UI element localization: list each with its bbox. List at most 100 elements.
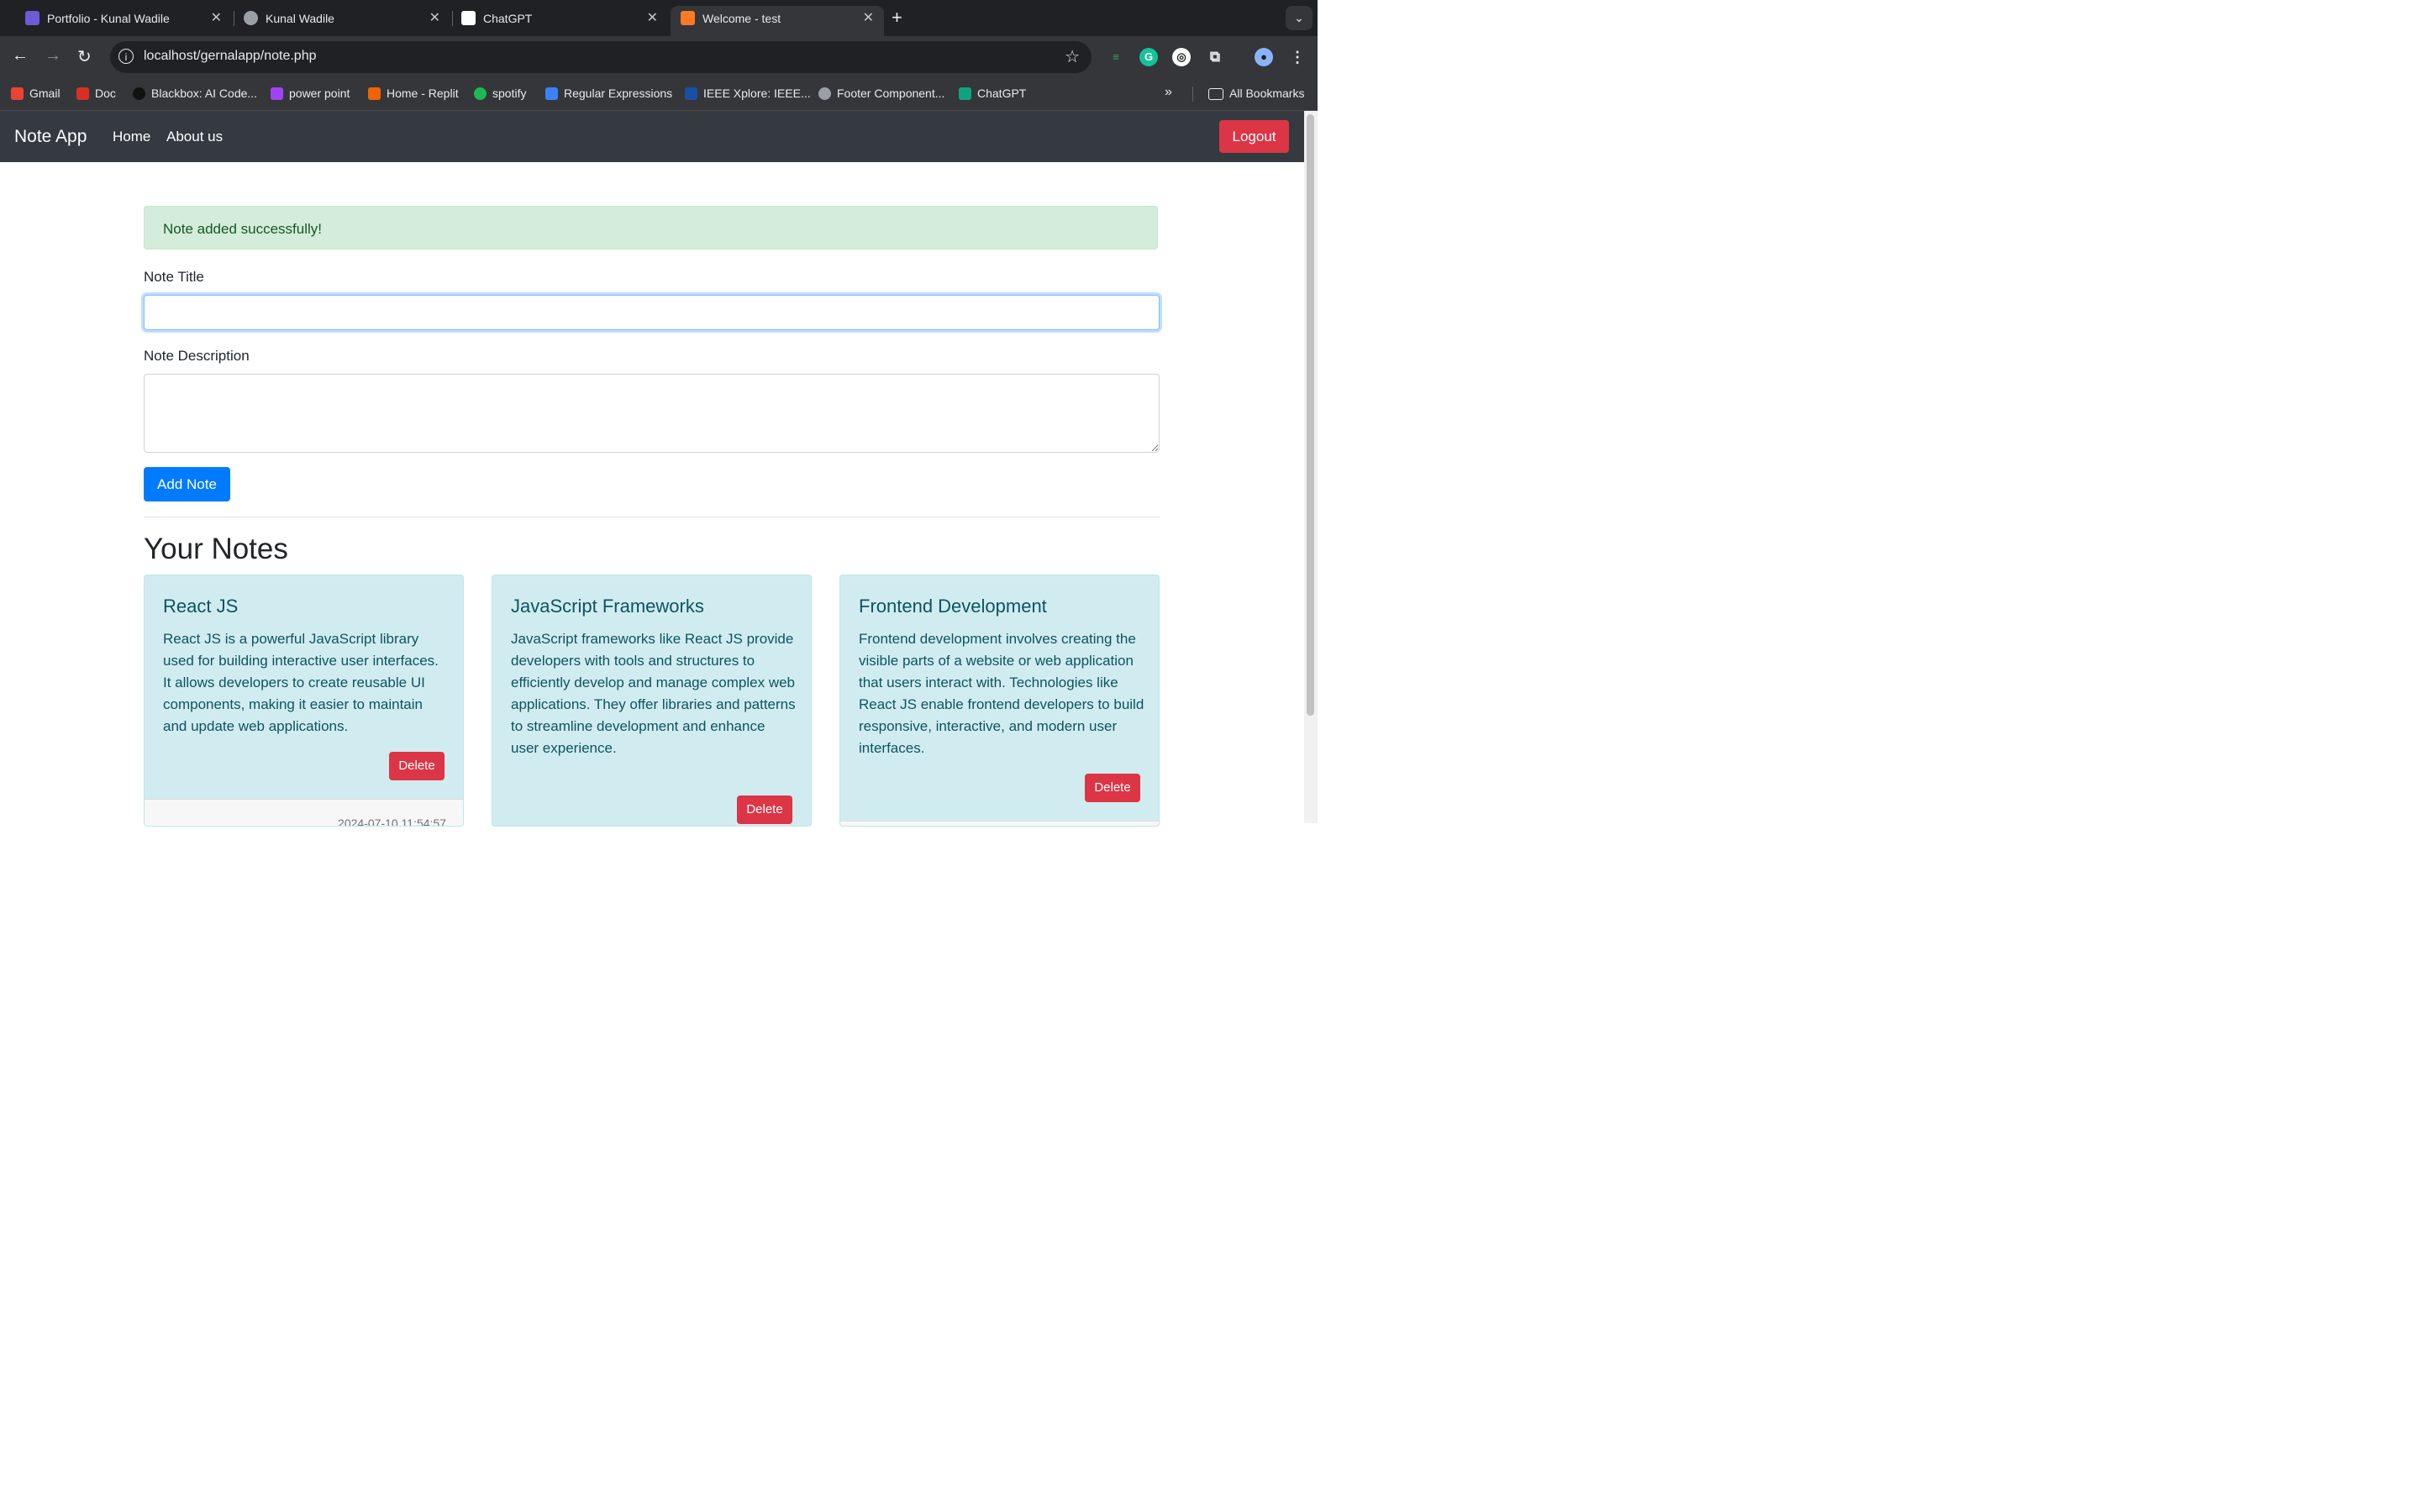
bookmark-label: Doc: [95, 87, 116, 100]
app-navbar: Note App Home About us Logout: [0, 111, 1304, 162]
logout-button[interactable]: Logout: [1219, 120, 1289, 153]
bookmark-ieee[interactable]: IEEE Xplore: IEEE...: [685, 87, 811, 100]
extensions-puzzle-icon[interactable]: ⧉: [1206, 48, 1224, 66]
scrollbar-thumb[interactable]: [1307, 114, 1314, 716]
tab-title: ChatGPT: [483, 12, 533, 25]
bookmark-star-icon[interactable]: ☆: [1065, 46, 1080, 67]
delete-note-button[interactable]: Delete: [389, 752, 445, 780]
address-bar[interactable]: i localhost/gernalapp/note.php ☆: [110, 41, 1092, 73]
chatgpt-favicon-icon: [461, 11, 476, 25]
note-card: React JS React JS is a powerful JavaScri…: [144, 575, 464, 827]
bookmark-power-point[interactable]: power point: [271, 87, 350, 100]
browser-toolbar: ← → ↻ i localhost/gernalapp/note.php ☆ ≡…: [0, 36, 1318, 78]
tab-title: Kunal Wadile: [266, 12, 334, 25]
browser-menu-icon[interactable]: ⋮: [1288, 48, 1307, 66]
all-bookmarks-folder[interactable]: All Bookmarks: [1208, 87, 1304, 100]
browser-chrome: Portfolio - Kunal Wadile ✕ Kunal Wadile …: [0, 0, 1318, 111]
new-tab-button[interactable]: +: [892, 7, 902, 29]
chevron-down-icon: ⌄: [1294, 11, 1304, 24]
navbar-brand[interactable]: Note App: [14, 127, 87, 147]
grammarly-icon[interactable]: G: [1139, 48, 1158, 66]
note-description-textarea[interactable]: [144, 374, 1160, 453]
globe-icon: [818, 87, 831, 100]
tab-search-button[interactable]: ⌄: [1286, 6, 1313, 30]
bookmarks-separator: [1192, 87, 1193, 102]
your-notes-heading: Your Notes: [144, 533, 288, 565]
note-card-footer: [840, 821, 1159, 826]
note-card-title: Frontend Development: [859, 596, 1047, 617]
bookmark-label: Blackbox: AI Code...: [151, 87, 258, 100]
tab-kunal-wadile[interactable]: Kunal Wadile ✕: [234, 6, 450, 36]
more-bookmarks-chevron-icon[interactable]: »: [1165, 85, 1172, 100]
bookmark-label: power point: [289, 87, 350, 100]
power-point-icon: [271, 87, 283, 100]
extension-icon[interactable]: ≡: [1107, 48, 1125, 66]
bookmark-label: IEEE Xplore: IEEE...: [703, 87, 811, 100]
blackbox-icon: [133, 87, 145, 100]
regex-icon: [545, 87, 558, 100]
success-alert: Note added successfully!: [144, 206, 1158, 249]
close-tab-icon[interactable]: ✕: [429, 9, 440, 26]
bookmark-label: Gmail: [29, 87, 60, 100]
note-timestamp: 2024-07-10 11:54:57: [338, 816, 446, 827]
bookmark-label: Footer Component...: [837, 87, 945, 100]
note-card-title: JavaScript Frameworks: [511, 596, 704, 617]
tab-title: Welcome - test: [702, 12, 781, 25]
back-arrow-icon[interactable]: ←: [12, 46, 29, 66]
note-card-description: React JS is a powerful JavaScript librar…: [163, 631, 439, 734]
xampp-favicon-icon: [681, 11, 695, 25]
delete-note-button[interactable]: Delete: [737, 795, 792, 824]
note-card-title: React JS: [163, 596, 239, 617]
replit-icon: [368, 87, 381, 100]
page-scrollbar[interactable]: [1304, 111, 1318, 823]
nav-link-home[interactable]: Home: [113, 129, 150, 145]
tab-title: Portfolio - Kunal Wadile: [47, 12, 170, 25]
bookmark-spotify[interactable]: spotify: [474, 87, 526, 100]
bookmark-doc[interactable]: Doc: [76, 87, 116, 100]
tab-chatgpt[interactable]: ChatGPT ✕: [451, 6, 668, 36]
tab-welcome-test[interactable]: Welcome - test ✕: [671, 6, 884, 36]
bookmark-footer[interactable]: Footer Component...: [818, 87, 944, 100]
note-card: JavaScript Frameworks JavaScript framewo…: [492, 575, 812, 827]
note-card-description: Frontend development involves creating t…: [859, 631, 1144, 756]
close-tab-icon[interactable]: ✕: [211, 9, 222, 26]
folder-icon: [1208, 88, 1223, 100]
note-card: Frontend Development Frontend developmen…: [839, 575, 1160, 827]
tab-portfolio[interactable]: Portfolio - Kunal Wadile ✕: [15, 6, 232, 36]
forward-arrow-icon[interactable]: →: [45, 46, 61, 66]
note-title-label: Note Title: [144, 269, 204, 285]
tab-strip: Portfolio - Kunal Wadile ✕ Kunal Wadile …: [0, 0, 1318, 36]
bookmark-label: Home - Replit: [387, 87, 459, 100]
close-tab-icon[interactable]: ✕: [647, 9, 658, 26]
bookmark-label: Regular Expressions: [564, 87, 673, 100]
site-info-icon[interactable]: i: [118, 49, 134, 64]
bookmark-label: ChatGPT: [977, 87, 1027, 100]
note-card-description: JavaScript frameworks like React JS prov…: [511, 631, 796, 756]
extension-circle-icon[interactable]: ◎: [1172, 48, 1191, 66]
delete-note-button[interactable]: Delete: [1085, 774, 1140, 802]
note-card-footer: 2024-07-10 11:54:57: [145, 799, 463, 827]
spotify-icon: [474, 87, 487, 100]
ieee-icon: [685, 87, 697, 100]
add-note-button[interactable]: Add Note: [144, 467, 230, 501]
close-tab-icon[interactable]: ✕: [863, 9, 874, 26]
chatgpt-icon: [959, 87, 971, 100]
url-text[interactable]: localhost/gernalapp/note.php: [144, 49, 317, 64]
pdf-icon: [76, 87, 89, 100]
bookmark-label: spotify: [492, 87, 527, 100]
bookmark-chatgpt[interactable]: ChatGPT: [959, 87, 1026, 100]
gmail-icon: [11, 87, 24, 100]
reload-icon[interactable]: ↻: [77, 46, 92, 67]
globe-favicon-icon: [244, 11, 258, 25]
bookmark-label: All Bookmarks: [1229, 87, 1305, 100]
bookmarks-bar: Gmail Doc Blackbox: AI Code... power poi…: [0, 78, 1318, 111]
nav-link-about[interactable]: About us: [166, 129, 223, 145]
note-title-input[interactable]: [144, 295, 1160, 330]
bookmark-replit[interactable]: Home - Replit: [368, 87, 459, 100]
bookmark-gmail[interactable]: Gmail: [11, 87, 60, 100]
portfolio-favicon-icon: [25, 11, 39, 25]
bookmark-regex[interactable]: Regular Expressions: [545, 87, 672, 100]
profile-avatar-icon[interactable]: ●: [1255, 48, 1273, 66]
bookmark-blackbox[interactable]: Blackbox: AI Code...: [133, 87, 257, 100]
note-description-label: Note Description: [144, 348, 250, 364]
